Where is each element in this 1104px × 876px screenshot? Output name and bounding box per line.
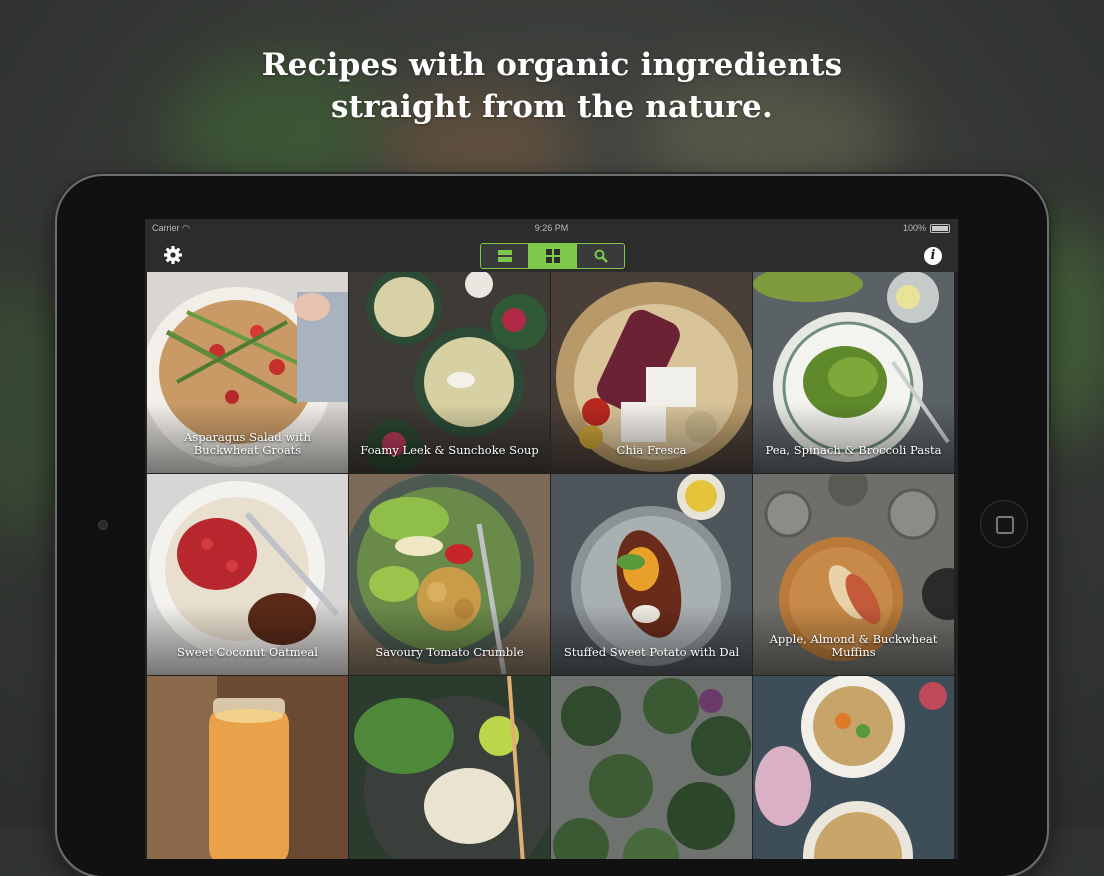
- grid-view-icon: [545, 249, 560, 263]
- headline-line-2: straight from the nature.: [331, 89, 773, 125]
- tile-shade: [147, 605, 348, 675]
- recipe-tile-noodle-bowl[interactable]: [349, 676, 550, 859]
- toolbar: i: [145, 239, 958, 272]
- recipe-photo: [551, 676, 752, 859]
- recipe-tile-pea-pasta[interactable]: Pea, Spinach & Broccoli Pasta: [753, 272, 954, 473]
- camera-icon: [98, 520, 108, 530]
- tile-shade: [349, 403, 550, 473]
- recipe-photo: [753, 676, 954, 859]
- tile-shade: [551, 403, 752, 473]
- recipe-tile-coconut-oatmeal[interactable]: Sweet Coconut Oatmeal: [147, 474, 348, 675]
- battery-status: 100%: [903, 223, 950, 233]
- status-bar: Carrier ◠ 9:26 PM 100%: [145, 219, 958, 239]
- view-mode-segmented-control: [480, 243, 625, 269]
- recipe-tile-smoothie[interactable]: [147, 676, 348, 859]
- home-button[interactable]: [980, 500, 1028, 548]
- search-icon: [594, 249, 608, 263]
- list-view-button[interactable]: [481, 244, 528, 268]
- recipe-tile-chia-fresca[interactable]: Chia Fresca: [551, 272, 752, 473]
- recipe-tile-apple-muffins[interactable]: Apple, Almond & Buckwheat Muffins: [753, 474, 954, 675]
- gear-icon[interactable]: [163, 245, 183, 265]
- battery-icon: [930, 223, 950, 233]
- battery-percent: 100%: [902, 223, 926, 233]
- status-time: 9:26 PM: [534, 223, 569, 233]
- list-view-icon: [497, 250, 512, 262]
- info-icon[interactable]: i: [924, 247, 942, 265]
- recipe-tile-stuffed-sweet-potato[interactable]: Stuffed Sweet Potato with Dal: [551, 474, 752, 675]
- recipe-tile-asparagus-salad[interactable]: Asparagus Salad with Buckwheat Groats: [147, 272, 348, 473]
- recipe-photo: [147, 676, 348, 859]
- recipe-title: Asparagus Salad with Buckwheat Groats: [184, 430, 311, 457]
- recipe-title: Chia Fresca: [616, 443, 687, 457]
- recipe-title: Pea, Spinach & Broccoli Pasta: [765, 443, 942, 457]
- tile-shade: [753, 403, 954, 473]
- app-screen: Carrier ◠ 9:26 PM 100% i Asparagus Salad…: [145, 219, 958, 859]
- grid-view-button[interactable]: [528, 244, 576, 268]
- recipe-tile-kale-chips[interactable]: [551, 676, 752, 859]
- recipe-tile-vegetable-soup[interactable]: [753, 676, 954, 859]
- recipe-title: Stuffed Sweet Potato with Dal: [563, 645, 740, 659]
- recipe-title: Savoury Tomato Crumble: [375, 645, 524, 659]
- recipe-grid: Asparagus Salad with Buckwheat Groats Fo…: [147, 272, 957, 859]
- recipe-tile-tomato-crumble[interactable]: Savoury Tomato Crumble: [349, 474, 550, 675]
- home-square-icon: [996, 516, 1014, 534]
- recipe-title: Apple, Almond & Buckwheat Muffins: [769, 632, 938, 659]
- search-button[interactable]: [576, 244, 624, 268]
- marketing-headline: Recipes with organic ingredients straigh…: [0, 44, 1104, 128]
- recipe-title: Sweet Coconut Oatmeal: [177, 645, 318, 659]
- recipe-title: Foamy Leek & Sunchoke Soup: [360, 443, 539, 457]
- headline-line-1: Recipes with organic ingredients: [261, 47, 843, 83]
- recipe-photo: [349, 676, 550, 859]
- recipe-tile-leek-soup[interactable]: Foamy Leek & Sunchoke Soup: [349, 272, 550, 473]
- tile-shade: [349, 605, 550, 675]
- tile-shade: [551, 605, 752, 675]
